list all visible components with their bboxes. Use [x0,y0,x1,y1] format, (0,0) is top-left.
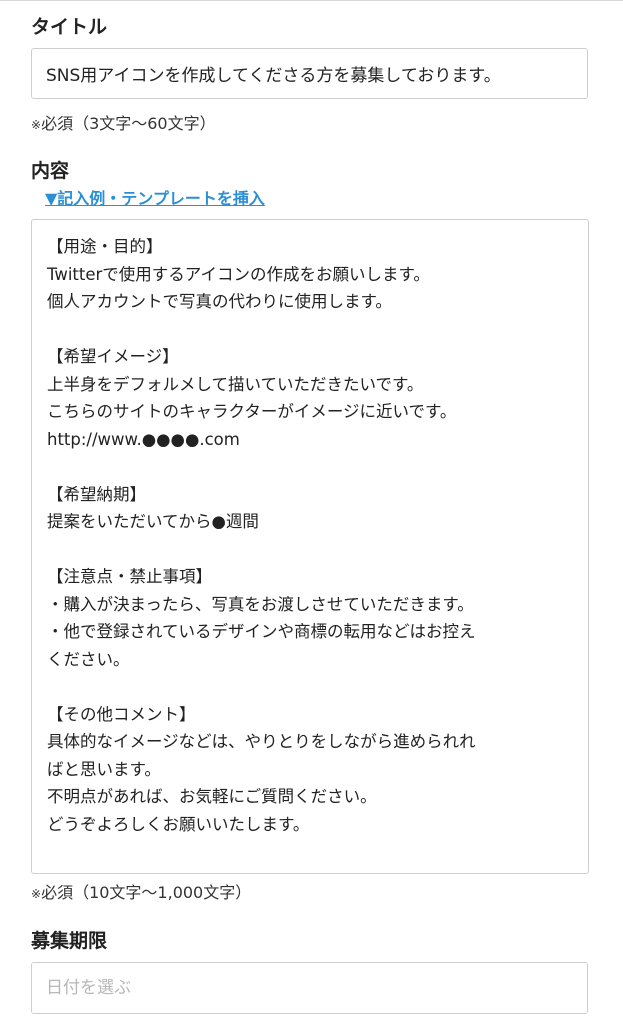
body-text-line: ・購入が決まったら、写真をお渡しさせていただきます。 [47,594,474,614]
title-note-mark: ※ [31,118,42,132]
title-required-note: ※必須（3文字〜60文字） [31,113,216,136]
body-text: 【用途・目的】 Twitterで使用するアイコンの作成をお願いします。 個人アカウン… [47,233,573,838]
body-text-line: 【注意点・禁止事項】 [47,567,212,586]
body-required-note: ※必須（10文字〜1,000文字） [31,882,251,905]
body-text-line: 不明点があれば、お気軽にご質問ください。 [47,787,377,806]
body-text-line: 個人アカウントで写真の代わりに使用します。 [47,292,392,311]
body-text-line: こちらのサイトのキャラクターがイメージに近いです。 [47,402,457,421]
body-text-line [47,673,573,701]
body-text-line [47,316,573,344]
top-divider [0,0,623,1]
body-text-line: 具体的なイメージなどは、やりとりをしながら進められれ [47,732,476,751]
title-label: タイトル [31,16,108,38]
body-text-line: 【希望納期】 [47,484,146,504]
body-text-line: ・他で登録されているデザインや商標の転用などはお控え [47,622,476,641]
body-text-line: http://www.●●●●.com [47,429,240,449]
title-note-text: 必須（3文字〜60文字） [41,114,216,133]
body-text-line: ください。 [47,649,130,669]
body-text-line [47,453,573,481]
body-text-line: 【その他コメント】 [47,704,196,724]
deadline-label: 募集期限 [31,930,108,952]
body-textarea[interactable]: 【用途・目的】 Twitterで使用するアイコンの作成をお願いします。 個人アカウン… [31,219,589,874]
body-text-line: 【用途・目的】 [47,237,163,256]
body-text-line: どうぞよろしくお願いいたします。 [47,814,310,834]
body-text-line: 提案をいただいてから●週間 [47,512,259,531]
deadline-date-input[interactable] [31,962,588,1014]
insert-template-link[interactable]: ▼記入例・テンプレートを挿入 [45,188,265,210]
body-label: 内容 [31,160,70,182]
body-text-line: Twitterで使用するアイコンの作成をお願いします。 [47,264,430,284]
body-text-line: ばと思います。 [47,759,161,779]
body-text-line: 【希望イメージ】 [47,347,179,366]
body-note-text: 必須（10文字〜1,000文字） [41,883,252,902]
body-note-mark: ※ [31,887,42,901]
body-text-line [47,536,573,564]
title-input[interactable] [31,48,588,99]
body-text-line: 上半身をデフォルメして描いていただきたいです。 [47,374,424,394]
